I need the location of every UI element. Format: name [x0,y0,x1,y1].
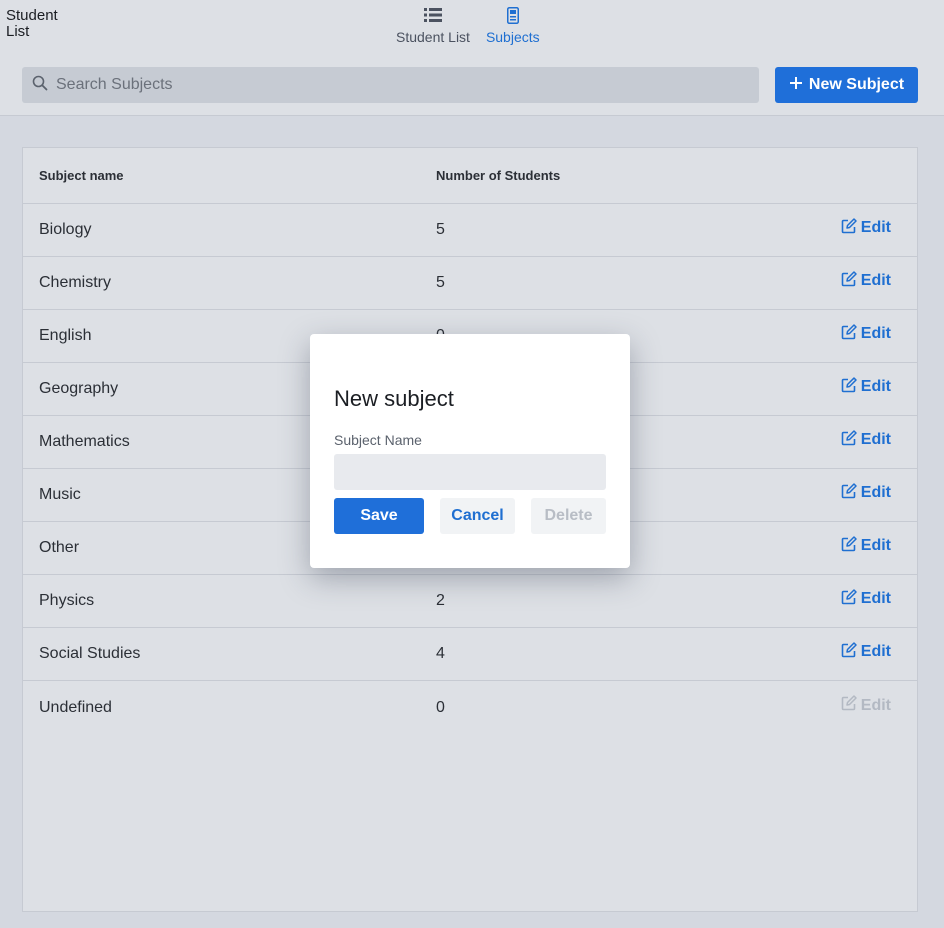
edit-label: Edit [860,325,891,342]
new-subject-label: New Subject [808,76,905,93]
student-count-cell: 0 [436,698,445,716]
edit-button[interactable]: Edit [841,588,891,610]
column-header-student-count: Number of Students [436,168,561,183]
edit-icon [841,588,857,610]
edit-button[interactable]: Edit [841,482,891,504]
actions-cell: Edit [816,429,917,453]
plus-icon [789,76,803,95]
edit-icon [841,535,857,557]
edit-icon [841,641,857,663]
edit-button[interactable]: Edit [841,323,891,345]
edit-label: Edit [860,378,891,395]
table-header: Subject name Number of Students [23,148,917,204]
main-nav: Student List Subjects [396,5,540,45]
actions-cell: Edit [816,695,917,718]
actions-cell: Edit [816,217,917,241]
search-input[interactable] [56,76,736,94]
edit-icon [841,695,857,716]
subject-name-cell: Undefined [39,698,112,716]
column-header-subject-name: Subject name [39,168,124,183]
tab-student-list-label: Student List [396,29,470,45]
cancel-button[interactable]: Cancel [440,498,515,534]
actions-cell: Edit [816,270,917,294]
tab-subjects[interactable]: Subjects [486,5,540,45]
edit-icon [841,482,857,504]
edit-button: Edit [841,695,891,716]
edit-label: Edit [860,272,891,289]
actions-cell: Edit [816,588,917,612]
dialog-title: New subject [334,386,454,411]
edit-icon [841,376,857,398]
student-count-cell: 2 [436,592,445,609]
search-icon [32,75,48,96]
new-subject-button[interactable]: New Subject [775,67,918,103]
subject-name-cell: Biology [39,221,92,238]
save-button[interactable]: Save [334,498,424,534]
book-icon [506,5,519,25]
edit-icon [841,323,857,345]
edit-label: Edit [860,431,891,448]
subject-name-cell: Chemistry [39,274,112,291]
actions-cell: Edit [816,376,917,400]
edit-button[interactable]: Edit [841,535,891,557]
edit-button[interactable]: Edit [841,641,891,663]
table-row: Social Studies 4 Edit [23,628,917,681]
edit-button[interactable]: Edit [841,376,891,398]
edit-label: Edit [860,537,891,554]
subject-name-input[interactable] [334,454,606,490]
app-title: Student List [6,7,58,40]
delete-button: Delete [531,498,606,534]
list-icon [423,5,442,25]
edit-button[interactable]: Edit [841,429,891,451]
dialog-actions: Save Cancel Delete [334,498,606,534]
actions-cell: Edit [816,482,917,506]
tab-subjects-label: Subjects [485,29,540,45]
edit-icon [841,429,857,451]
edit-label: Edit [860,219,891,236]
actions-cell: Edit [816,535,917,559]
edit-label: Edit [860,696,891,714]
subject-name-cell: Social Studies [39,645,141,662]
new-subject-dialog: New subject Subject Name Save Cancel Del… [310,334,630,568]
edit-label: Edit [860,590,891,607]
table-row: Undefined 0 Edit [23,681,917,734]
student-count-cell: 5 [436,221,445,238]
tab-student-list[interactable]: Student List [396,5,470,45]
table-row: Biology 5 Edit [23,204,917,257]
subject-name-cell: Physics [39,592,95,609]
table-row: Chemistry 5 Edit [23,257,917,310]
student-count-cell: 5 [436,274,445,291]
edit-label: Edit [860,643,891,660]
edit-button[interactable]: Edit [841,270,891,292]
subject-name-label: Subject Name [334,432,422,448]
table-row: Physics 2 Edit [23,575,917,628]
edit-button[interactable]: Edit [841,217,891,239]
actions-cell: Edit [816,323,917,347]
app-header: Student List Student List Subjects Searc… [0,0,944,116]
search-bar [22,67,759,103]
edit-label: Edit [860,484,891,501]
edit-icon [841,270,857,292]
student-count-cell: 4 [436,645,445,662]
actions-cell: Edit [816,641,917,665]
edit-icon [841,217,857,239]
